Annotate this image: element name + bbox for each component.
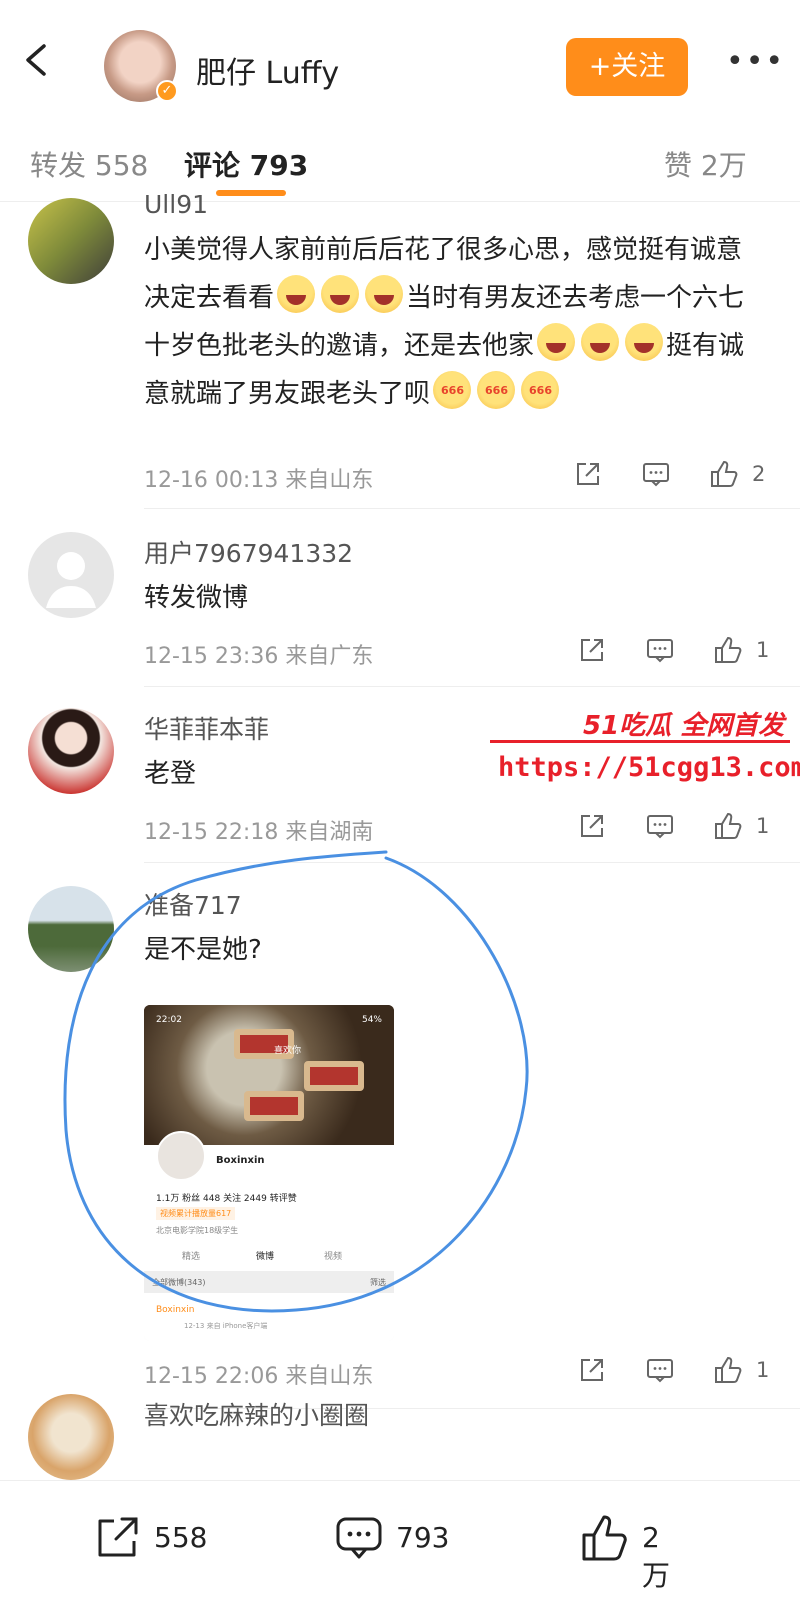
comment-actions: 1 <box>576 1354 772 1388</box>
page-title: 肥仔 Luffy <box>196 56 340 91</box>
tab-comments[interactable]: 评论 793 <box>184 144 308 184</box>
author-avatar[interactable]: ✓ <box>104 30 178 102</box>
666-emoji-icon <box>433 367 472 409</box>
more-options-icon[interactable]: ••• <box>726 47 783 82</box>
comment-actions: 2 <box>572 458 772 492</box>
tab-likes[interactable]: 赞 2万 <box>664 144 747 184</box>
comment-button[interactable]: 793 <box>332 1511 449 1567</box>
comment-text: 小美觉得人家前前后后花了很多心思，感觉挺有诚意决定去看看 当时有男友还去考虑一个六… <box>144 226 764 418</box>
like-count: 1 <box>756 638 770 662</box>
comment-count: 793 <box>396 1521 450 1554</box>
commenter-avatar[interactable] <box>28 198 114 284</box>
repost-button[interactable]: 558 <box>90 1511 207 1567</box>
thumbs-up-icon <box>582 1515 627 1561</box>
comment-icon[interactable] <box>644 634 676 668</box>
share-icon[interactable] <box>576 810 608 844</box>
share-icon[interactable] <box>572 458 604 492</box>
laugh-emoji-icon <box>625 323 664 361</box>
image-post-meta: 12-13 来自 iPhone客户端 <box>184 1322 268 1330</box>
watermark-line <box>490 740 790 743</box>
like-icon[interactable]: 1 <box>712 1354 769 1388</box>
comment-meta: 12-15 22:18 来自湖南 <box>144 820 374 845</box>
back-icon[interactable] <box>18 40 58 80</box>
share-icon[interactable] <box>576 634 608 668</box>
commenter-avatar[interactable] <box>28 708 114 794</box>
666-emoji-icon <box>521 367 560 409</box>
commenter-avatar[interactable] <box>28 1394 114 1480</box>
comment-icon <box>336 1517 382 1559</box>
comment-meta: 12-15 23:36 来自广东 <box>144 644 374 669</box>
like-count: 1 <box>756 1358 770 1382</box>
comment-meta: 12-16 00:13 来自山东 <box>144 468 374 493</box>
laugh-emoji-icon <box>321 275 360 313</box>
comment-icon[interactable] <box>644 810 676 844</box>
share-icon[interactable] <box>576 1354 608 1388</box>
verified-badge-icon: ✓ <box>156 80 178 102</box>
laugh-emoji-icon <box>365 275 404 313</box>
like-icon[interactable]: 1 <box>712 634 769 668</box>
watermark-title: 51吃瓜 全网首发 <box>583 711 785 741</box>
comment-text: 转发微博 <box>144 583 249 613</box>
hand-drawn-circle <box>63 850 529 1313</box>
like-icon[interactable]: 1 <box>712 810 769 844</box>
top-bar: ✓ 肥仔 Luffy +关注 ••• <box>0 0 800 112</box>
laugh-emoji-icon <box>581 323 620 361</box>
watermark-url: https://51cgg13.com <box>498 752 800 783</box>
like-count: 1 <box>756 814 770 838</box>
active-tab-indicator <box>216 190 286 196</box>
follow-button[interactable]: +关注 <box>566 38 688 96</box>
tab-reposts[interactable]: 转发 558 <box>30 144 148 184</box>
commenter-name[interactable]: Ull91 <box>144 190 208 219</box>
laugh-emoji-icon <box>537 323 576 361</box>
like-count: 2万 <box>642 1521 671 1592</box>
divider <box>144 686 800 687</box>
commenter-avatar[interactable] <box>28 532 114 618</box>
like-button[interactable]: 2万 <box>578 1511 670 1592</box>
commenter-name[interactable]: 用户7967941332 <box>144 534 353 570</box>
comment-actions: 1 <box>576 634 772 668</box>
bottom-action-bar: 558 793 2万 <box>0 1480 800 1613</box>
repost-count: 558 <box>154 1521 208 1554</box>
laugh-emoji-icon <box>277 275 316 313</box>
comment-icon[interactable] <box>644 1354 676 1388</box>
like-icon[interactable]: 2 <box>708 458 765 492</box>
comment-icon[interactable] <box>640 458 672 492</box>
commenter-name[interactable]: 华菲菲本菲 <box>144 710 269 746</box>
divider <box>144 508 800 509</box>
tab-bar: 转发 558 评论 793 赞 2万 <box>0 112 800 202</box>
comment-actions: 1 <box>576 810 772 844</box>
like-count: 2 <box>752 462 766 486</box>
666-emoji-icon <box>477 367 516 409</box>
repost-icon <box>98 1517 138 1557</box>
comment-meta: 12-15 22:06 来自山东 <box>144 1364 374 1389</box>
commenter-name[interactable]: 喜欢吃麻辣的小圈圈 <box>144 1396 369 1432</box>
